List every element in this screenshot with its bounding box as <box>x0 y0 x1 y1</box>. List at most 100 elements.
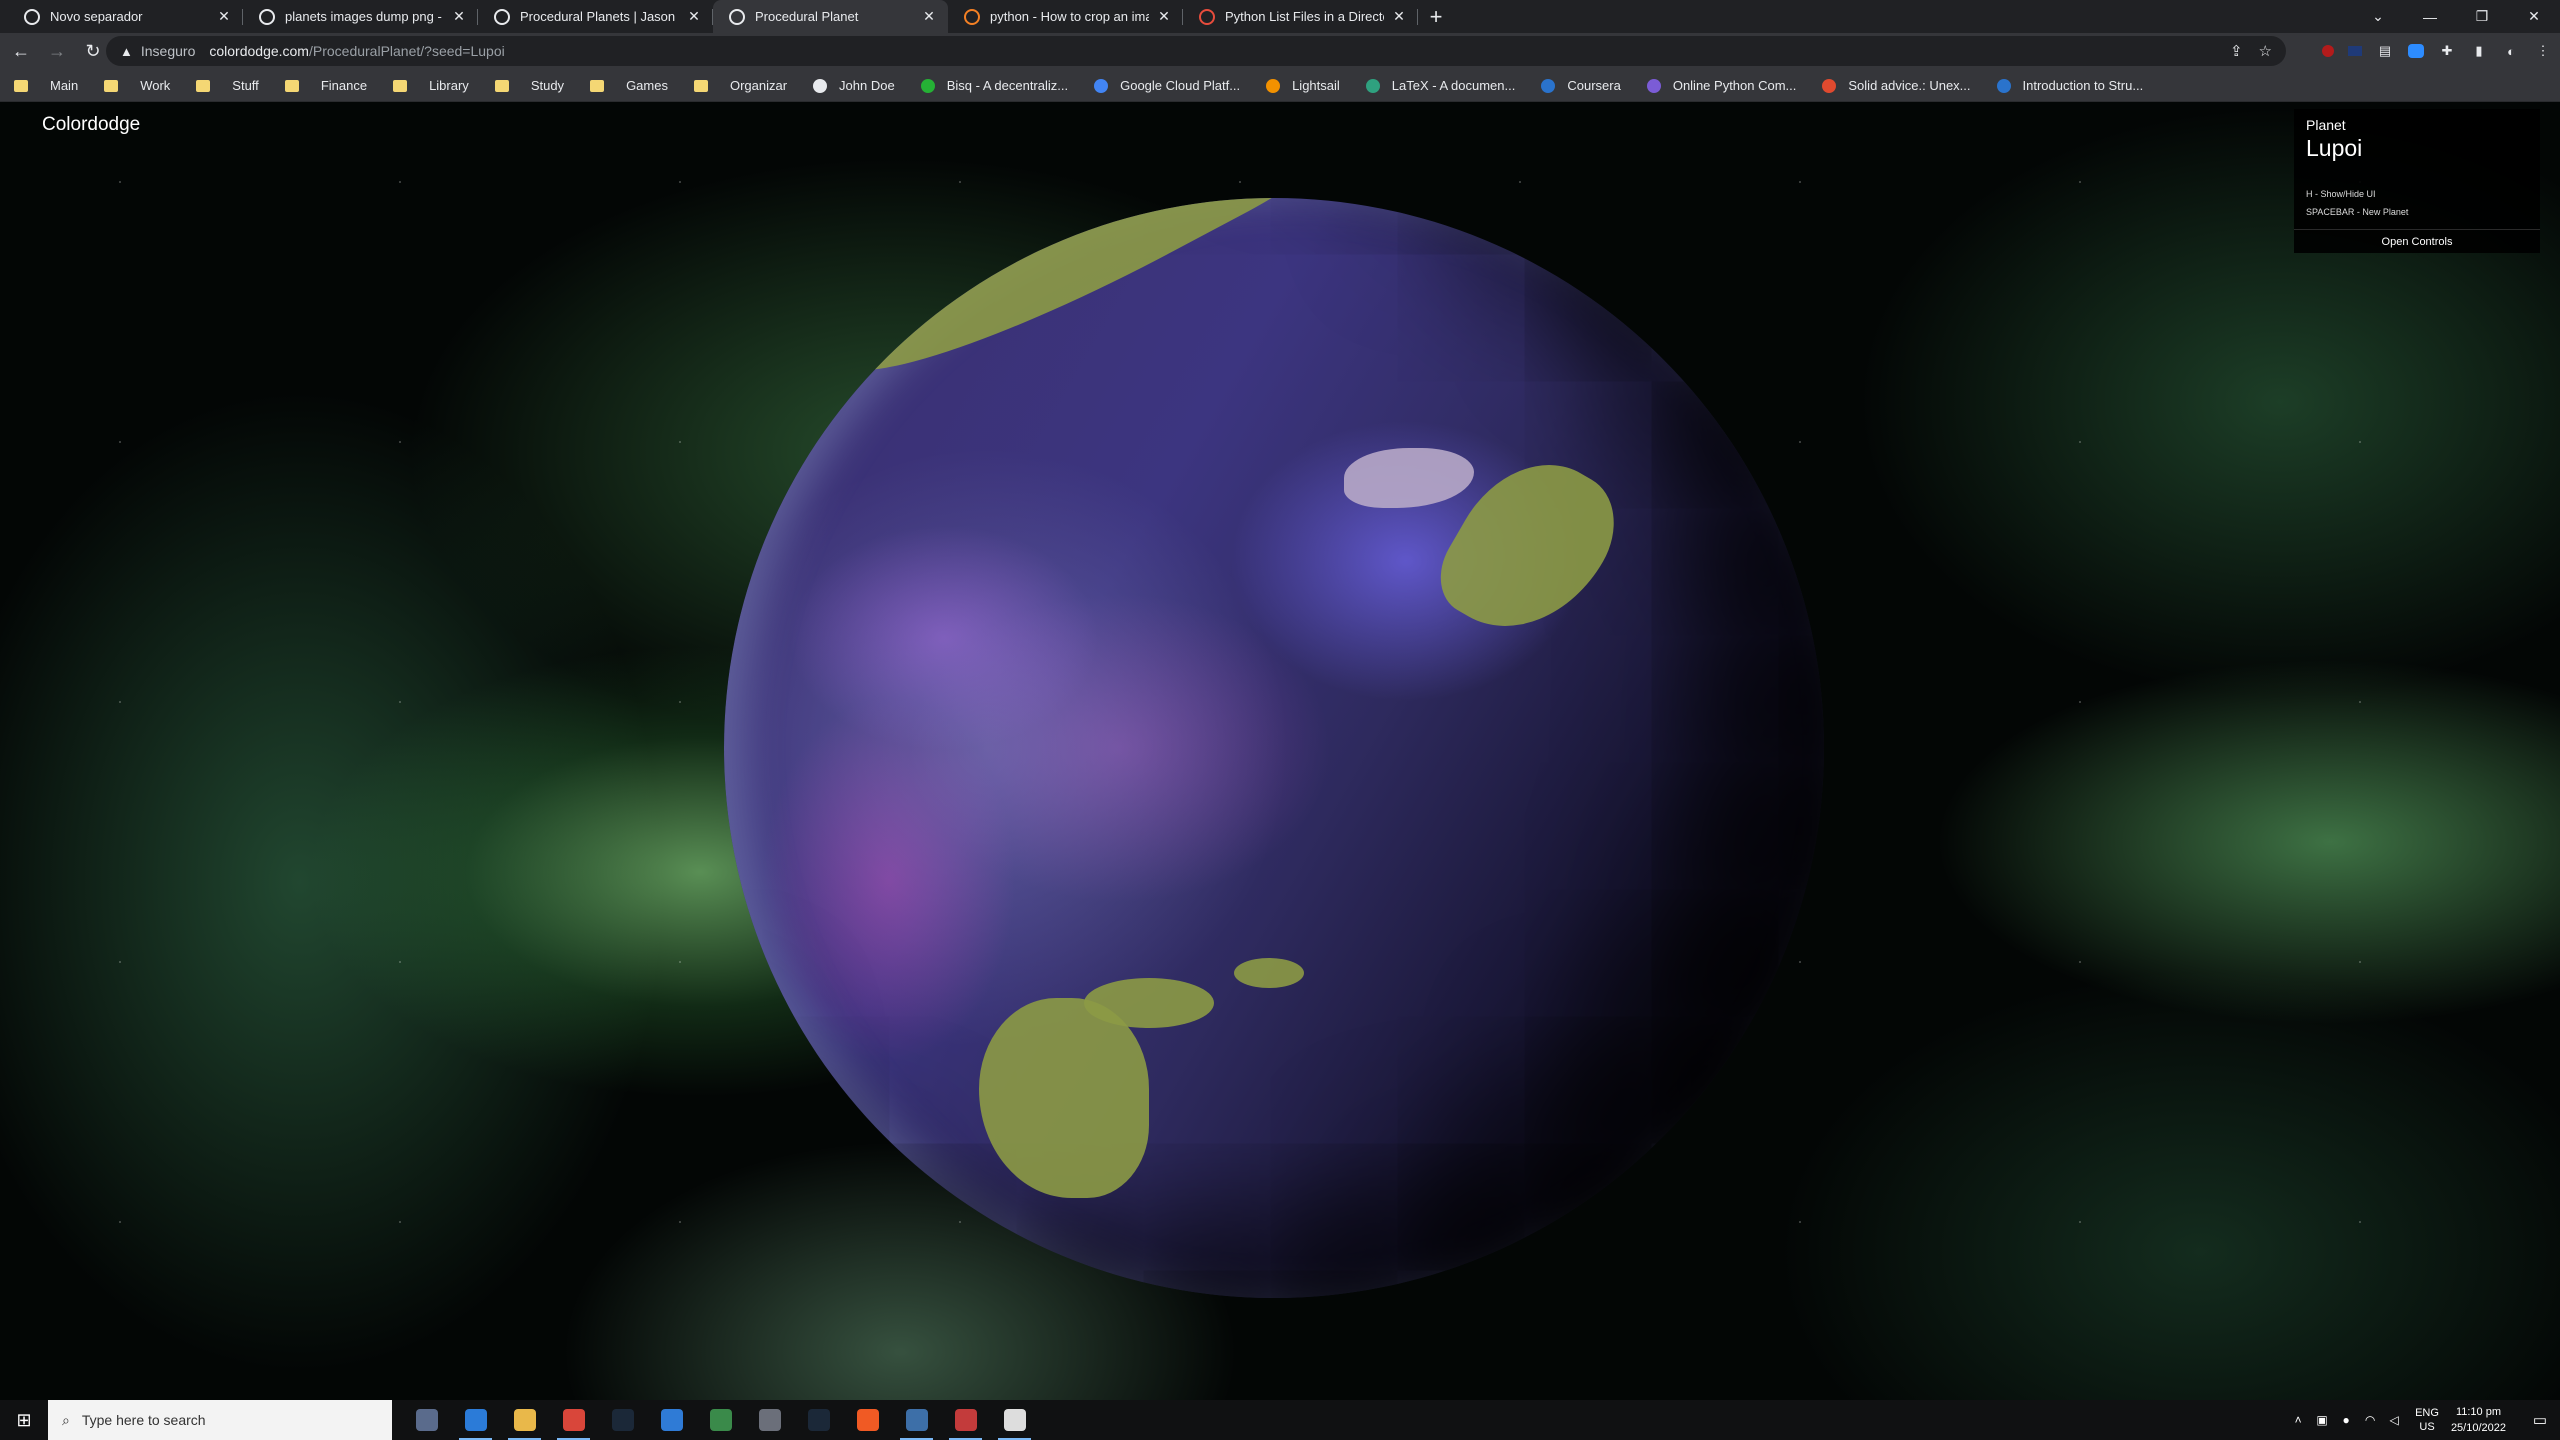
app-steam-button[interactable] <box>598 1400 647 1440</box>
taskbar-search[interactable]: ⌕ Type here to search <box>48 1400 392 1440</box>
tray-overflow-icon[interactable]: ˄ <box>2287 1413 2309 1427</box>
tab-close-icon[interactable]: ✕ <box>1390 8 1408 26</box>
volume-icon[interactable]: ◁ <box>2383 1413 2405 1427</box>
tab-favicon-icon <box>494 8 510 25</box>
menu-icon[interactable]: ⋮ <box>2534 42 2552 60</box>
tab-title: Procedural Planet <box>755 9 859 24</box>
bookmark-folder[interactable]: Work <box>104 78 170 93</box>
region-code: US <box>2419 1421 2435 1433</box>
site-brand[interactable]: Colordodge <box>42 114 140 136</box>
bookmark-link[interactable]: Online Python Com... <box>1646 78 1796 93</box>
bookmark-label: Main <box>50 78 79 93</box>
tab-search-icon[interactable]: ⌄ <box>2352 0 2404 33</box>
tab-favicon-icon <box>729 8 745 25</box>
tab-close-icon[interactable]: ✕ <box>920 8 938 26</box>
app-brave-button[interactable] <box>843 1400 892 1440</box>
bookmark-link[interactable]: Google Cloud Platf... <box>1094 78 1240 93</box>
open-controls-button[interactable]: Open Controls <box>2294 229 2540 253</box>
bookmark-folder[interactable]: Organizar <box>693 78 787 93</box>
notification-icon[interactable]: ▭ <box>2520 1400 2560 1440</box>
reload-button[interactable]: ↻ <box>78 37 108 67</box>
puzzle-icon[interactable]: ✚ <box>2438 42 2456 60</box>
clock[interactable]: 11:10 pm 25/10/2022 <box>2451 1404 2506 1436</box>
app-notepad-button[interactable] <box>696 1400 745 1440</box>
browser-tab[interactable]: Procedural Planets | Jason K. Sm ✕ <box>478 0 713 33</box>
window-controls: ⌄ — ❐ ✕ <box>2352 0 2560 33</box>
bookmark-link[interactable]: Introduction to Stru... <box>1996 78 2143 93</box>
folder-icon <box>14 79 28 92</box>
app-python-button[interactable] <box>892 1400 941 1440</box>
tab-close-icon[interactable]: ✕ <box>1155 8 1173 26</box>
bookmark-folder[interactable]: Main <box>14 78 78 93</box>
address-bar[interactable]: ▲ Inseguro colordodge.com/ProceduralPlan… <box>106 36 2286 66</box>
share-icon[interactable]: ⇪ <box>2230 42 2243 60</box>
app-file-explorer-button[interactable] <box>500 1400 549 1440</box>
bookmark-link[interactable]: Coursera <box>1541 78 1621 93</box>
clock-time: 11:10 pm <box>2455 1406 2501 1418</box>
bookmark-label: LaTeX - A documen... <box>1391 78 1516 93</box>
bookmark-folder[interactable]: Stuff <box>196 78 259 93</box>
site-favicon-icon <box>813 78 828 93</box>
bookmark-link[interactable]: LaTeX - A documen... <box>1365 78 1516 93</box>
browser-tab[interactable]: Novo separador ✕ <box>8 0 243 33</box>
planet-render[interactable] <box>724 198 1824 1298</box>
printer-icon[interactable]: ▤ <box>2376 42 2394 60</box>
zoom-extension-icon[interactable] <box>2408 44 2424 58</box>
restore-button[interactable]: ❐ <box>2456 0 2508 33</box>
bookmark-label: Bisq - A decentraliz... <box>946 78 1069 93</box>
forward-button[interactable]: → <box>42 37 72 67</box>
extension-icon[interactable] <box>2348 46 2362 56</box>
close-window-button[interactable]: ✕ <box>2508 0 2560 33</box>
microphone-icon[interactable]: ● <box>2335 1413 2357 1427</box>
start-button[interactable]: ⊞ <box>0 1400 48 1440</box>
app-bluetooth-button[interactable] <box>647 1400 696 1440</box>
bookmark-link[interactable]: Lightsail <box>1266 78 1340 93</box>
tab-title: Novo separador <box>50 9 143 24</box>
app-vscode-button[interactable] <box>451 1400 500 1440</box>
bookmark-link[interactable]: John Doe <box>813 78 895 93</box>
tab-close-icon[interactable]: ✕ <box>450 8 468 26</box>
browser-tab[interactable]: python - How to crop an image ✕ <box>948 0 1183 33</box>
bookmark-folder[interactable]: Library <box>393 78 469 93</box>
folder-icon <box>196 79 211 92</box>
app-game-button[interactable] <box>745 1400 794 1440</box>
bookmark-folder[interactable]: Games <box>590 78 668 93</box>
bookmark-star-icon[interactable]: ☆ <box>2259 42 2272 60</box>
browser-tab[interactable]: Python List Files in a Directory [5 ✕ <box>1183 0 1418 33</box>
app-steam-2-button[interactable] <box>794 1400 843 1440</box>
folder-icon <box>590 79 605 92</box>
tab-favicon-icon <box>1199 8 1215 25</box>
tab-favicon-icon <box>259 8 275 25</box>
app-task-view-button[interactable] <box>402 1400 451 1440</box>
ublock-icon[interactable] <box>2322 45 2334 57</box>
new-tab-button[interactable]: + <box>1418 0 1454 33</box>
folder-icon <box>104 79 119 92</box>
minimize-button[interactable]: — <box>2404 0 2456 33</box>
app-brave-icon <box>856 1409 879 1431</box>
tab-close-icon[interactable]: ✕ <box>215 8 233 26</box>
language-indicator[interactable]: ENG US <box>2415 1406 2439 1434</box>
bookmark-link[interactable]: Bisq - A decentraliz... <box>920 78 1069 93</box>
browser-tab[interactable]: planets images dump png - Goo ✕ <box>243 0 478 33</box>
system-tray: ˄ ▣ ● ◠ ◁ ENG US 11:10 pm 25/10/2022 ▭ <box>2287 1400 2560 1440</box>
back-button[interactable]: ← <box>6 37 36 67</box>
profile-icon[interactable]: ◐ <box>2502 42 2520 60</box>
bookmark-label: Games <box>626 78 668 93</box>
app-snipping-button[interactable] <box>941 1400 990 1440</box>
bookmark-label: Stuff <box>232 78 259 93</box>
app-window-button[interactable] <box>990 1400 1039 1440</box>
browser-tab[interactable]: Procedural Planet ✕ <box>713 0 948 33</box>
app-task-view-icon <box>415 1409 438 1431</box>
bookmark-folder[interactable]: Study <box>494 78 564 93</box>
tab-close-icon[interactable]: ✕ <box>685 8 703 26</box>
bookmarks-bar: Main Work Stuff Finance Library Study Games Org… <box>0 70 2560 102</box>
side-panel-icon[interactable]: ▮ <box>2470 42 2488 60</box>
bookmark-folder[interactable]: Finance <box>284 78 367 93</box>
app-chrome-icon <box>562 1409 585 1431</box>
site-favicon-icon <box>1541 78 1556 93</box>
bookmark-link[interactable]: Solid advice.: Unex... <box>1822 78 1971 93</box>
wifi-icon[interactable]: ◠ <box>2359 1413 2381 1427</box>
app-chrome-button[interactable] <box>549 1400 598 1440</box>
security-label: Inseguro <box>140 43 196 59</box>
network-adapter-icon[interactable]: ▣ <box>2311 1413 2333 1427</box>
